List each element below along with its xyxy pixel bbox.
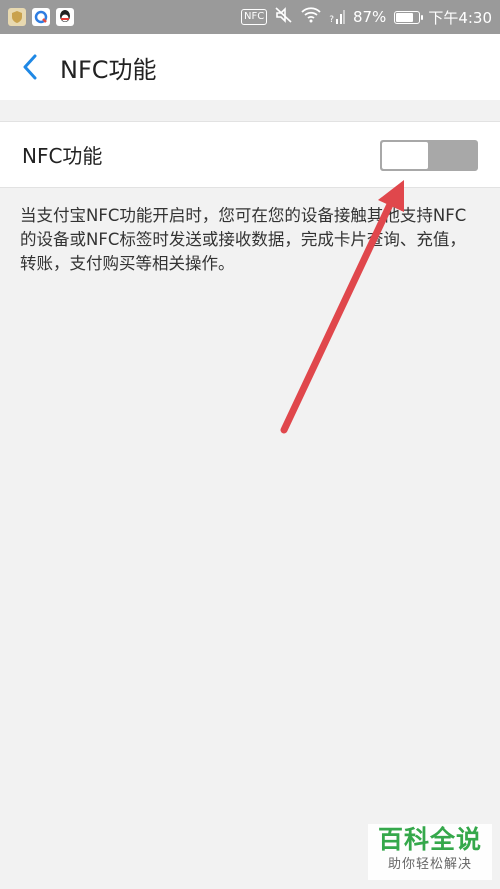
- wifi-icon: [301, 7, 321, 27]
- nfc-icon: NFC: [240, 9, 268, 25]
- battery-percent: 87%: [352, 8, 387, 26]
- nfc-setting-label: NFC功能: [22, 144, 103, 168]
- clock: 下午4:30: [428, 8, 492, 27]
- watermark-subtitle: 助你轻松解决: [387, 857, 472, 872]
- qq-app-icon: [56, 8, 74, 26]
- app-header: NFC功能: [0, 34, 500, 100]
- watermark-logo: 百科全说 助你轻松解决: [368, 824, 492, 880]
- signal-label: ?: [329, 15, 334, 25]
- page-title: NFC功能: [60, 55, 157, 84]
- nfc-toggle-switch[interactable]: [380, 140, 478, 171]
- signal-icon: ?: [329, 9, 345, 25]
- chevron-left-icon: [23, 54, 37, 80]
- shield-app-icon: [8, 8, 26, 26]
- browser-app-icon: [32, 8, 50, 26]
- system-icons: NFC ? 87% 下午4:30: [240, 7, 492, 28]
- battery-fill: [396, 12, 414, 22]
- watermark-title: 百科全说: [377, 825, 482, 854]
- battery-icon: [394, 10, 424, 24]
- toggle-knob[interactable]: [382, 142, 428, 169]
- nfc-description: 当支付宝NFC功能开启时，您可在您的设备接触其他支持NFC的设备或NFC标签时发…: [20, 206, 467, 273]
- notification-icons: [8, 8, 74, 26]
- nfc-setting-row: NFC功能: [0, 121, 500, 188]
- back-button[interactable]: [0, 34, 60, 100]
- status-bar: NFC ? 87% 下午4:30: [0, 0, 500, 34]
- mute-icon: [275, 7, 293, 27]
